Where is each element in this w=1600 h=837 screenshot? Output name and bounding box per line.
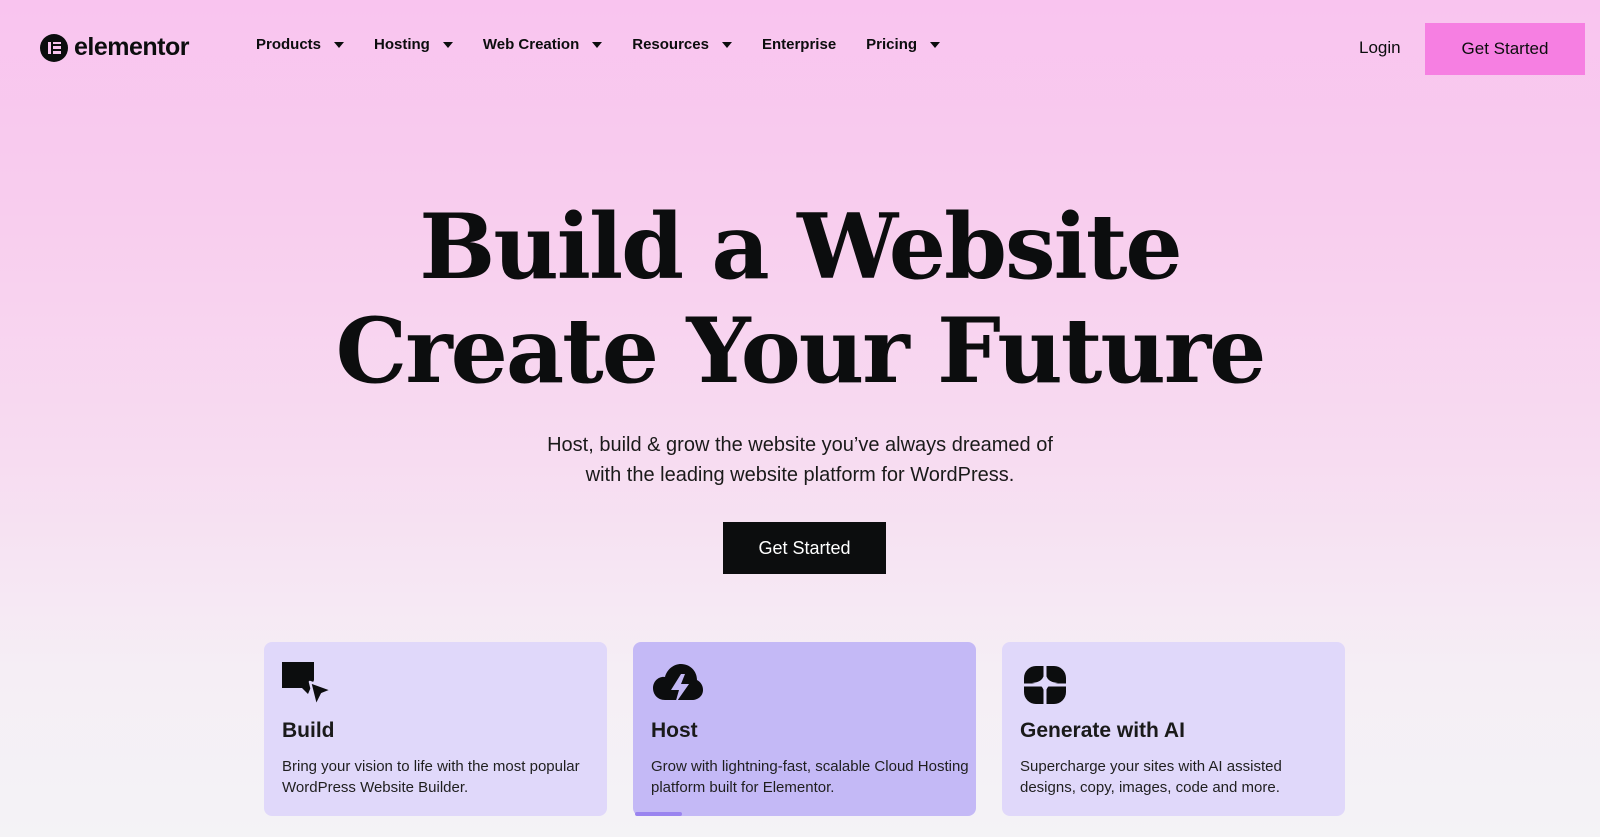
hero-title-line-1: Build a Website	[419, 194, 1182, 300]
feature-card-host[interactable]: Host Grow with lightning-fast, scalable …	[633, 642, 976, 816]
caret-down-icon	[721, 41, 732, 48]
feature-card-ai[interactable]: Generate with AI Supercharge your sites …	[1002, 642, 1345, 816]
nav-label: Hosting	[374, 36, 430, 53]
card-title: Build	[282, 719, 335, 742]
card-description: Bring your vision to life with the most …	[282, 758, 580, 796]
card-progress-indicator	[635, 812, 682, 816]
nav-label: Enterprise	[761, 36, 837, 53]
nav-item-products[interactable]: Products	[256, 36, 345, 53]
elementor-logo[interactable]: elementor	[40, 33, 189, 62]
caret-down-icon	[334, 41, 345, 48]
header-get-started-button[interactable]: Get Started	[1425, 23, 1585, 75]
caret-down-icon	[592, 41, 603, 48]
hero-subtitle-line-2: with the leading website platform for Wo…	[585, 464, 1015, 486]
elementor-logo-icon	[40, 33, 68, 62]
feature-cards: Build Bring your vision to life with the…	[264, 642, 1345, 816]
nav-label: Resources	[632, 36, 709, 53]
hero-title: Build a Website Create Your Future	[0, 195, 1600, 403]
cursor-icon	[282, 662, 334, 708]
nav-item-hosting[interactable]: Hosting	[374, 36, 453, 53]
card-title: Host	[651, 719, 698, 742]
nav-item-pricing[interactable]: Pricing	[866, 36, 941, 53]
nav-label: Web Creation	[482, 36, 580, 53]
nav-label: Pricing	[866, 36, 918, 53]
hero-title-line-2: Create Your Future	[335, 298, 1267, 404]
hero-get-started-button[interactable]: Get Started	[723, 522, 886, 574]
card-description: Supercharge your sites with AI assisted …	[1020, 758, 1282, 796]
logo-wordmark: elementor	[74, 33, 189, 61]
nav-item-web-creation[interactable]: Web Creation	[482, 36, 603, 53]
caret-down-icon	[930, 41, 941, 48]
nav-item-resources[interactable]: Resources	[632, 36, 732, 53]
site-header: elementor Products Hosting Web Creation …	[0, 0, 1600, 98]
hero-subtitle: Host, build & grow the website you’ve al…	[0, 430, 1600, 490]
ai-sparkle-icon	[1024, 666, 1066, 704]
cloud-bolt-icon	[653, 664, 703, 704]
hero-subtitle-line-1: Host, build & grow the website you’ve al…	[547, 434, 1053, 456]
nav-label: Products	[256, 36, 322, 53]
nav-item-enterprise[interactable]: Enterprise	[762, 36, 836, 53]
feature-card-build[interactable]: Build Bring your vision to life with the…	[264, 642, 607, 816]
login-link[interactable]: Login	[1359, 38, 1401, 58]
caret-down-icon	[442, 41, 453, 48]
card-description: Grow with lightning-fast, scalable Cloud…	[651, 758, 969, 796]
card-title: Generate with AI	[1020, 719, 1185, 742]
main-nav: Products Hosting Web Creation Resources …	[256, 36, 970, 53]
